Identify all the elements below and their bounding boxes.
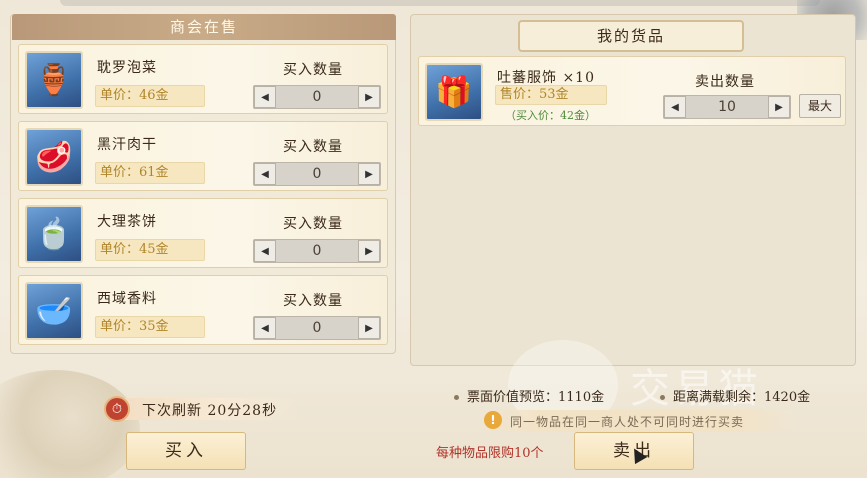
increase-button[interactable]: ▶ — [358, 317, 380, 339]
decrease-button[interactable]: ◀ — [254, 240, 276, 262]
refresh-timer: 下次刷新 20分28秒 — [142, 403, 278, 419]
face-value-preview: 票面价值预览：1110金 — [454, 386, 604, 405]
goods-item-row[interactable]: 🎁 吐蕃服饰 ×10 售价：53金 （买入价：42金） 卖出数量 ◀ 10 ▶ … — [418, 56, 846, 126]
qty-value[interactable]: 0 — [278, 240, 356, 262]
sell-qty-stepper: ◀ 10 ▶ — [663, 95, 791, 119]
jerky-box-icon[interactable]: 🥩 — [25, 128, 83, 186]
buy-qty-label: 买入数量 — [283, 293, 343, 309]
item-price: 单价：35金 — [95, 316, 205, 338]
kimchi-jar-icon[interactable]: 🏺 — [25, 51, 83, 109]
goods-name: 吐蕃服饰 ×10 — [497, 70, 595, 86]
qty-value[interactable]: 0 — [278, 317, 356, 339]
buy-qty-stepper: ◀ 0 ▶ — [253, 85, 381, 109]
warning-text: 同一物品在同一商人处不可同时进行买卖 — [510, 415, 745, 429]
buy-qty-stepper: ◀ 0 ▶ — [253, 316, 381, 340]
sell-qty-label: 卖出数量 — [695, 74, 755, 90]
costume-chest-icon[interactable]: 🎁 — [425, 63, 483, 121]
watermark-text: 交易猫 — [630, 366, 762, 412]
spice-bowl-icon[interactable]: 🥣 — [25, 282, 83, 340]
buy-qty-label: 买入数量 — [283, 216, 343, 232]
increase-button[interactable]: ▶ — [768, 96, 790, 118]
cloud-decoration — [0, 370, 140, 478]
increase-button[interactable]: ▶ — [358, 240, 380, 262]
item-name: 大理茶饼 — [97, 214, 157, 230]
qty-value[interactable]: 0 — [278, 86, 356, 108]
increase-button[interactable]: ▶ — [358, 86, 380, 108]
qty-value[interactable]: 10 — [688, 96, 766, 118]
buy-qty-stepper: ◀ 0 ▶ — [253, 162, 381, 186]
face-value-text: 票面价值预览：1110金 — [467, 390, 605, 405]
capacity-remaining: 距离满载剩余：1420金 — [660, 386, 810, 405]
item-price: 单价：45金 — [95, 239, 205, 261]
bullet-icon — [454, 395, 459, 400]
my-goods-title: 我的货品 — [596, 27, 665, 45]
buy-price-note: （买入价：42金） — [505, 109, 596, 122]
buy-button[interactable]: 买入 — [126, 432, 246, 470]
shop-panel-title: 商会在售 — [169, 18, 238, 36]
buy-qty-stepper: ◀ 0 ▶ — [253, 239, 381, 263]
capacity-text: 距离满载剩余：1420金 — [673, 390, 811, 405]
decrease-button[interactable]: ◀ — [664, 96, 686, 118]
item-name: 耽罗泡菜 — [97, 60, 157, 76]
buy-qty-label: 买入数量 — [283, 139, 343, 155]
max-button[interactable]: 最大 — [799, 94, 841, 118]
shop-item-row[interactable]: 🍵 大理茶饼 单价：45金 买入数量 ◀ 0 ▶ — [18, 198, 388, 268]
purchase-limit: 每种物品限购10个 — [436, 446, 544, 461]
shop-item-row[interactable]: 🥣 西域香料 单价：35金 买入数量 ◀ 0 ▶ — [18, 275, 388, 345]
decrease-button[interactable]: ◀ — [254, 317, 276, 339]
decrease-button[interactable]: ◀ — [254, 163, 276, 185]
warning-icon: ! — [484, 411, 502, 429]
item-name: 西域香料 — [97, 291, 157, 307]
bullet-icon — [660, 395, 665, 400]
item-price: 单价：61金 — [95, 162, 205, 184]
clock-icon: ⏱ — [104, 396, 130, 422]
qty-value[interactable]: 0 — [278, 163, 356, 185]
buy-qty-label: 买入数量 — [283, 62, 343, 78]
item-name: 黑汗肉干 — [97, 137, 157, 153]
item-price: 单价：46金 — [95, 85, 205, 107]
sell-price: 售价：53金 — [495, 85, 607, 105]
shop-item-row[interactable]: 🏺 耽罗泡菜 单价：46金 买入数量 ◀ 0 ▶ — [18, 44, 388, 114]
decrease-button[interactable]: ◀ — [254, 86, 276, 108]
top-border — [60, 0, 820, 6]
increase-button[interactable]: ▶ — [358, 163, 380, 185]
tea-cake-icon[interactable]: 🍵 — [25, 205, 83, 263]
shop-item-row[interactable]: 🥩 黑汗肉干 单价：61金 买入数量 ◀ 0 ▶ — [18, 121, 388, 191]
